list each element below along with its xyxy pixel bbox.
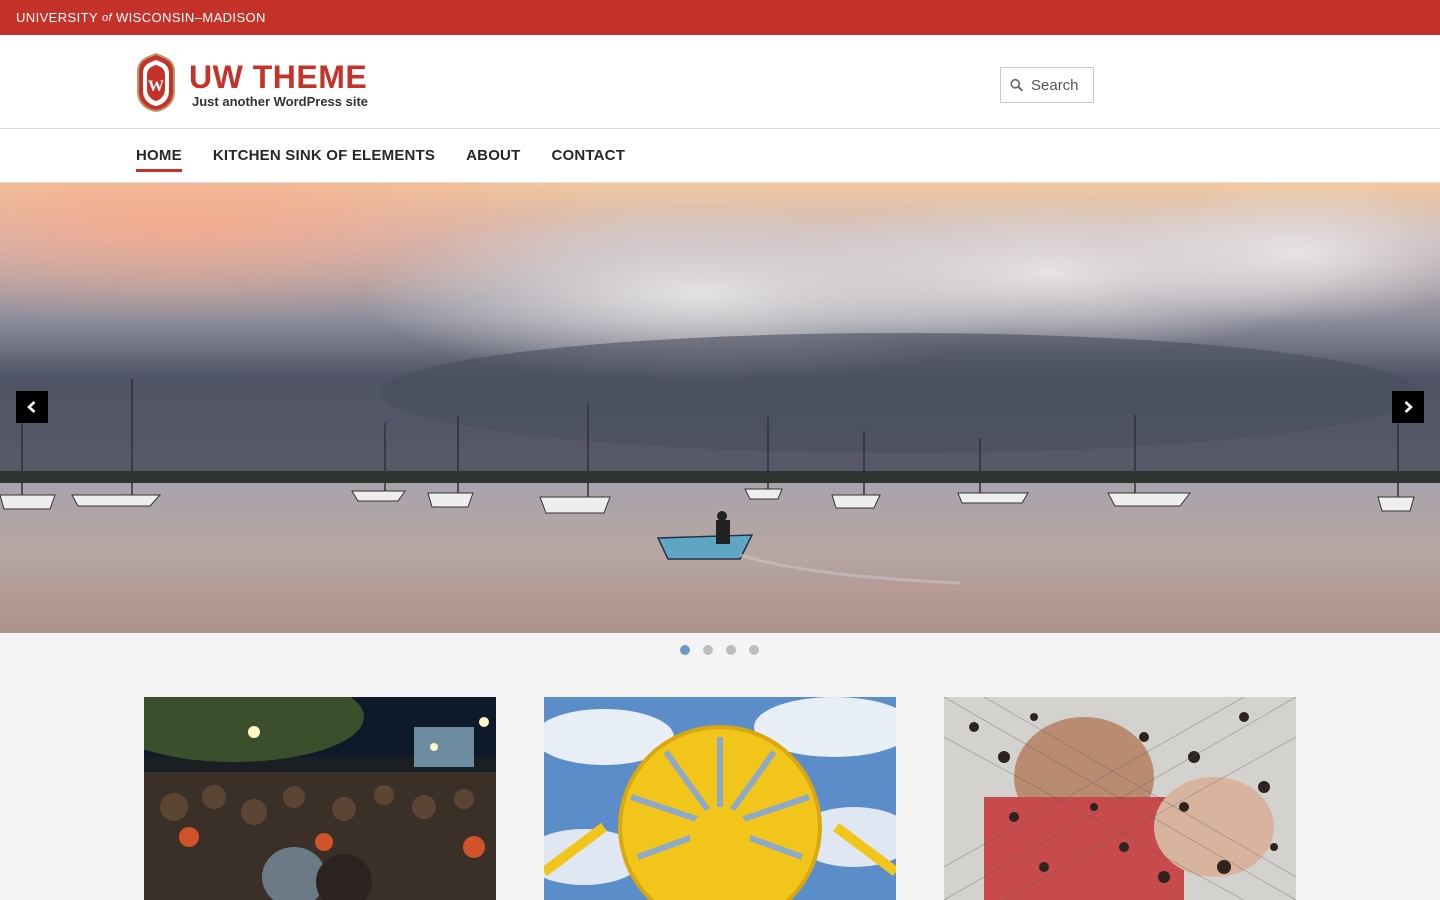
carousel-dot-2[interactable] (703, 645, 713, 655)
site-title[interactable]: UW THEME (189, 59, 367, 95)
carousel-dot-1[interactable] (680, 645, 690, 655)
university-bar[interactable]: UNIVERSITY of WISCONSIN–MADISON (0, 0, 1440, 35)
nav-item-about[interactable]: ABOUT (466, 147, 520, 164)
university-name-post: WISCONSIN–MADISON (116, 10, 266, 25)
carousel-pagination (680, 645, 759, 655)
nav-item-contact[interactable]: CONTACT (551, 147, 625, 164)
uw-crest-icon[interactable]: W (136, 52, 176, 112)
outdoor-concert-crowd-photo (144, 697, 496, 900)
search-icon (1010, 78, 1023, 92)
university-name-of: of (102, 11, 112, 24)
carousel-dot-4[interactable] (749, 645, 759, 655)
svg-text:W: W (148, 78, 164, 95)
chevron-left-icon (27, 401, 36, 413)
nav-item-kitchen-sink[interactable]: KITCHEN SINK OF ELEMENTS (213, 147, 435, 164)
site-tagline: Just another WordPress site (192, 94, 369, 109)
search-input[interactable] (1029, 75, 1093, 95)
main-navigation: HOME KITCHEN SINK OF ELEMENTS ABOUT CONT… (0, 129, 1440, 183)
feature-card-research[interactable] (944, 697, 1296, 900)
carousel-prev-button[interactable] (16, 391, 48, 423)
hero-lake-sunset-image (0, 183, 1440, 633)
hero-carousel (0, 183, 1440, 633)
site-header: W UW THEME Just another WordPress site (0, 35, 1440, 129)
chevron-right-icon (1404, 401, 1413, 413)
search-box[interactable] (1000, 67, 1094, 103)
carousel-dot-3[interactable] (726, 645, 736, 655)
yellow-terrace-chair-photo (544, 697, 896, 900)
feature-card-concert[interactable] (144, 697, 496, 900)
nav-item-home[interactable]: HOME (136, 147, 182, 172)
carousel-next-button[interactable] (1392, 391, 1424, 423)
university-name-pre: UNIVERSITY (16, 10, 99, 25)
feature-card-terrace-chair[interactable] (544, 697, 896, 900)
soil-sifting-screen-photo (944, 697, 1296, 900)
